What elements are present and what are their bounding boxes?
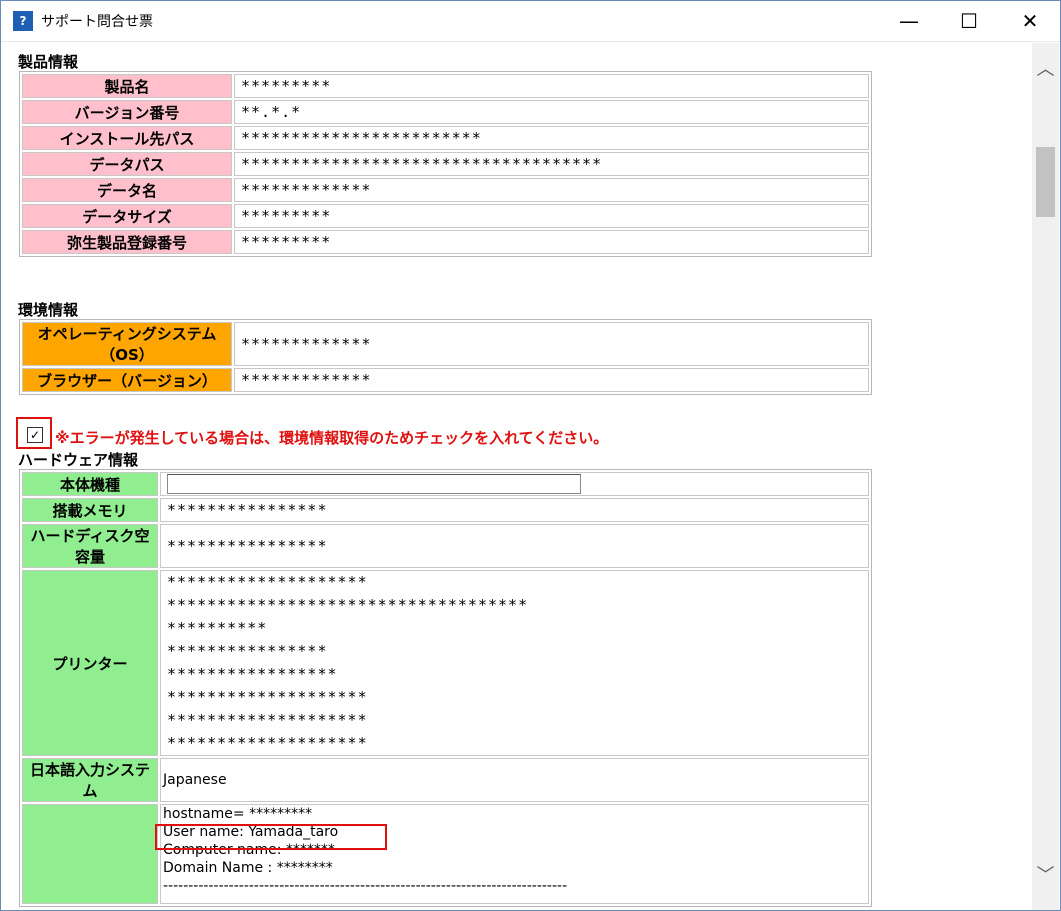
printer-item: ********************: [167, 711, 368, 729]
value-data-name: *************: [234, 178, 869, 202]
table-row: プリンター ******************** *************…: [22, 570, 869, 756]
label-version: バージョン番号: [22, 100, 232, 124]
table-row: データサイズ *********: [22, 204, 869, 228]
label-browser: ブラウザー（バージョン）: [22, 368, 232, 392]
label-registration-number: 弥生製品登録番号: [22, 230, 232, 254]
scroll-up-icon[interactable]: ︿: [1032, 55, 1059, 85]
printer-item: ********************: [167, 734, 368, 752]
label-ime: 日本語入力システム: [22, 758, 158, 802]
value-memory: ****************: [160, 498, 869, 522]
scroll-thumb[interactable]: [1036, 147, 1055, 217]
network-info: hostname= ********* User name: Yamada_ta…: [160, 804, 869, 904]
value-registration-number: *********: [234, 230, 869, 254]
network-line: Domain Name : ********: [163, 860, 333, 876]
printer-item: ****************: [167, 642, 328, 660]
form-content: 製品情報 製品名 ********* バージョン番号 **.*.* インストール…: [3, 43, 1032, 910]
label-network: [22, 804, 158, 904]
table-row: ハードディスク空容量 ****************: [22, 524, 869, 568]
table-row: データパス **********************************…: [22, 152, 869, 176]
checkbox-highlight: ✓: [16, 417, 52, 449]
value-data-size: *********: [234, 204, 869, 228]
label-install-path: インストール先パス: [22, 126, 232, 150]
printer-item: **********: [167, 619, 268, 637]
error-checkbox[interactable]: ✓: [27, 427, 43, 443]
value-version: **.*.*: [234, 100, 869, 124]
vertical-scrollbar[interactable]: ︿ ﹀: [1032, 43, 1059, 910]
value-product-name: *********: [234, 74, 869, 98]
label-os: オペレーティングシステム（OS）: [22, 322, 232, 366]
model-cell: [160, 472, 869, 496]
user-name-highlight: [155, 824, 387, 850]
table-row: 日本語入力システム Japanese: [22, 758, 869, 802]
table-row: バージョン番号 **.*.*: [22, 100, 869, 124]
scroll-down-icon[interactable]: ﹀: [1032, 861, 1059, 891]
table-row: 搭載メモリ ****************: [22, 498, 869, 522]
app-icon: ?: [13, 11, 33, 31]
printer-item: ********************: [167, 573, 368, 591]
minimize-button[interactable]: —: [879, 1, 939, 41]
value-data-path: ************************************: [234, 152, 869, 176]
value-os: *************: [234, 322, 869, 366]
error-instruction: ※エラーが発生している場合は、環境情報取得のためチェックを入れてください。: [55, 429, 609, 447]
table-row: データ名 *************: [22, 178, 869, 202]
label-printer: プリンター: [22, 570, 158, 756]
label-data-name: データ名: [22, 178, 232, 202]
label-model: 本体機種: [22, 472, 158, 496]
environment-info-title: 環境情報: [18, 301, 79, 319]
value-ime: Japanese: [160, 758, 869, 802]
table-row: オペレーティングシステム（OS） *************: [22, 322, 869, 366]
printer-item: ************************************: [167, 596, 529, 614]
table-row: 本体機種: [22, 472, 869, 496]
network-line: ----------------------------------------…: [163, 878, 568, 894]
label-product-name: 製品名: [22, 74, 232, 98]
table-row: 弥生製品登録番号 *********: [22, 230, 869, 254]
maximize-button[interactable]: ☐: [939, 1, 999, 41]
printer-list: ******************** *******************…: [160, 570, 869, 756]
value-install-path: ************************: [234, 126, 869, 150]
value-disk-space: ****************: [160, 524, 869, 568]
value-browser: *************: [234, 368, 869, 392]
table-row: インストール先パス ************************: [22, 126, 869, 150]
product-info-title: 製品情報: [18, 53, 79, 71]
close-button[interactable]: ✕: [1000, 1, 1060, 41]
product-info-table: 製品名 ********* バージョン番号 **.*.* インストール先パス *…: [19, 71, 872, 257]
label-data-size: データサイズ: [22, 204, 232, 228]
printer-item: ********************: [167, 688, 368, 706]
model-input[interactable]: [167, 474, 581, 494]
printer-item: *****************: [167, 665, 338, 683]
environment-info-table: オペレーティングシステム（OS） ************* ブラウザー（バージ…: [19, 319, 872, 395]
network-line: hostname= *********: [163, 806, 313, 822]
label-data-path: データパス: [22, 152, 232, 176]
title-bar: ? サポート問合せ票 — ☐ ✕: [1, 1, 1060, 42]
table-row: hostname= ********* User name: Yamada_ta…: [22, 804, 869, 904]
table-row: ブラウザー（バージョン） *************: [22, 368, 869, 392]
label-memory: 搭載メモリ: [22, 498, 158, 522]
hardware-info-table: 本体機種 搭載メモリ **************** ハードディスク空容量 *…: [19, 469, 872, 907]
hardware-info-title: ハードウェア情報: [18, 451, 139, 469]
label-disk-space: ハードディスク空容量: [22, 524, 158, 568]
window-title: サポート問合せ票: [41, 14, 153, 30]
support-inquiry-window: ? サポート問合せ票 — ☐ ✕ 製品情報 製品名 ********* バージョ…: [0, 0, 1061, 911]
table-row: 製品名 *********: [22, 74, 869, 98]
